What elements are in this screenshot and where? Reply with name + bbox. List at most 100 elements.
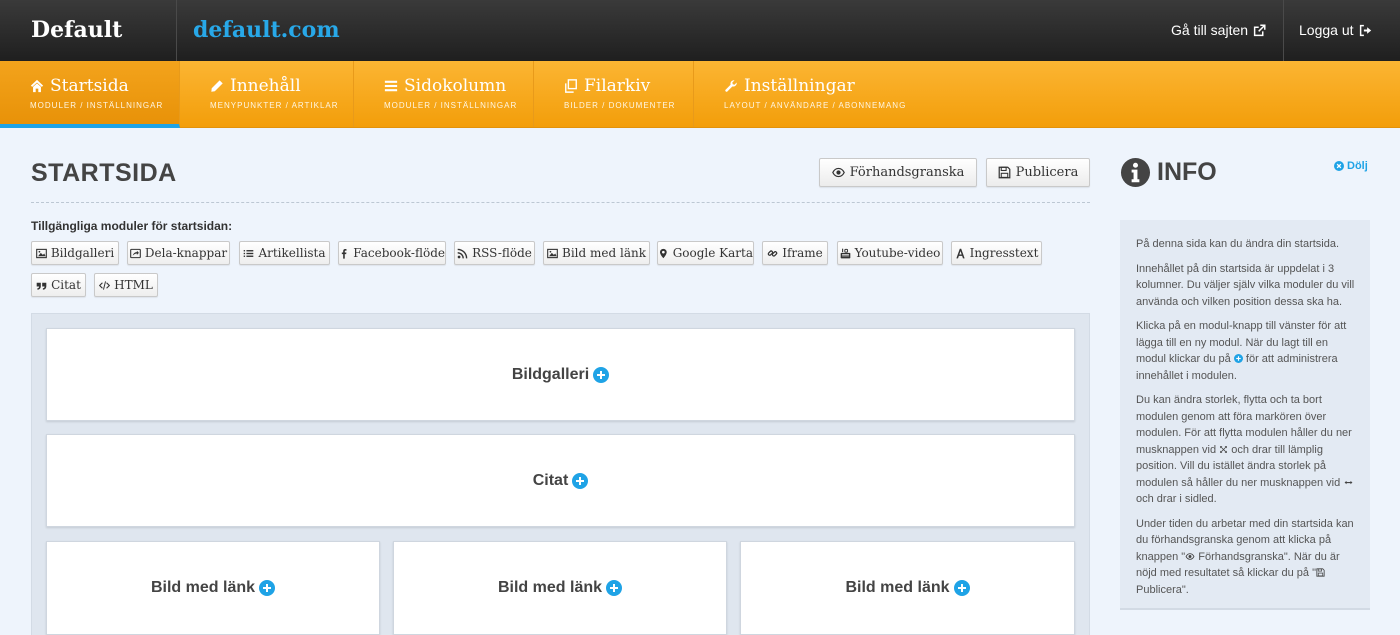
plus-circle-icon[interactable]: [259, 580, 275, 596]
info-paragraph: Du kan ändra storlek, flytta och ta bort…: [1136, 392, 1355, 508]
list-icon: [243, 248, 254, 259]
info-text: Publicera".: [1136, 583, 1189, 596]
module-button-citat[interactable]: Citat: [31, 273, 86, 297]
module-block-citat[interactable]: Citat: [46, 434, 1075, 527]
home-icon: [30, 79, 44, 93]
module-label: Dela-knappar: [144, 246, 228, 260]
module-button-google-karta[interactable]: Google Karta: [657, 241, 754, 265]
pencil-icon: [210, 79, 224, 93]
font-icon: [955, 248, 966, 259]
plus-circle-icon[interactable]: [572, 473, 588, 489]
nav-subtitle: LAYOUT / ANVÄNDARE / ABONNEMANG: [724, 101, 907, 110]
module-label: Citat: [51, 278, 81, 292]
block-label: Bild med länk: [497, 579, 603, 596]
page-title: STARTSIDA: [31, 159, 177, 187]
nav-title: Startsida: [50, 76, 129, 96]
nav-item-startsida[interactable]: Startsida MODULER / INSTÄLLNINGAR: [0, 61, 180, 128]
module-button-youtube-video[interactable]: Youtube-video: [837, 241, 943, 265]
module-button-dela-knappar[interactable]: Dela-knappar: [127, 241, 230, 265]
info-title: INFO: [1157, 158, 1217, 186]
block-label: Bild med länk: [150, 579, 256, 596]
plus-circle-icon[interactable]: [954, 580, 970, 596]
map-marker-icon: [658, 248, 669, 259]
external-link-icon: [1253, 24, 1266, 37]
module-label: HTML: [114, 278, 153, 292]
resize-horizontal-icon: [1343, 478, 1354, 487]
times-circle-icon: [1334, 161, 1344, 171]
nav-item-innehall[interactable]: Innehåll MENYPUNKTER / ARTIKLAR: [180, 61, 354, 127]
nav-subtitle: MODULER / INSTÄLLNINGAR: [384, 101, 518, 110]
info-paragraph: På denna sida kan du ändra din startsida…: [1136, 238, 1340, 250]
module-button-ingresstext[interactable]: Ingresstext: [951, 241, 1042, 265]
publish-button[interactable]: Publicera: [986, 158, 1090, 187]
image-icon: [36, 248, 47, 259]
main-nav: Startsida MODULER / INSTÄLLNINGAR Innehå…: [0, 61, 1400, 128]
module-button-bild-med-lank[interactable]: Bild med länk: [543, 241, 650, 265]
nav-title: Filarkiv: [584, 76, 651, 96]
plus-circle-icon[interactable]: [606, 580, 622, 596]
module-label: Bildgalleri: [50, 246, 115, 260]
share-icon: [130, 248, 141, 259]
module-block-bild-med-lank-3[interactable]: Bild med länk: [740, 541, 1075, 635]
divider: [31, 202, 1090, 203]
nav-item-sidokolumn[interactable]: Sidokolumn MODULER / INSTÄLLNINGAR: [354, 61, 534, 127]
bars-icon: [384, 79, 398, 93]
block-label: Bild med länk: [845, 579, 950, 596]
nav-item-installningar[interactable]: Inställningar LAYOUT / ANVÄNDARE / ABONN…: [694, 61, 924, 127]
modules-label: Tillgängliga moduler för startsidan:: [31, 219, 233, 233]
link-icon: [767, 248, 778, 259]
save-icon: [998, 166, 1011, 179]
logout-label: Logga ut: [1299, 22, 1354, 38]
module-label: Facebook-flöde: [353, 246, 445, 260]
module-button-artikellista[interactable]: Artikellista: [239, 241, 330, 265]
module-block-bildgalleri[interactable]: Bildgalleri: [46, 328, 1075, 421]
publish-label: Publicera: [1015, 165, 1079, 180]
module-button-rss-flode[interactable]: RSS-flöde: [454, 241, 535, 265]
nav-title: Innehåll: [230, 76, 301, 96]
module-block-bild-med-lank-2[interactable]: Bild med länk: [393, 541, 727, 635]
site-name[interactable]: Default Site: [0, 0, 177, 104]
eye-icon: [832, 166, 845, 179]
save-icon: [1316, 568, 1325, 577]
block-label: Citat: [532, 471, 569, 489]
wrench-icon: [724, 79, 738, 93]
nav-title: Sidokolumn: [404, 76, 507, 96]
info-paragraph: Under tiden du arbetar med din startsida…: [1136, 516, 1355, 599]
module-button-iframe[interactable]: Iframe: [762, 241, 828, 265]
nav-subtitle: MODULER / INSTÄLLNINGAR: [30, 101, 164, 110]
module-button-bildgalleri[interactable]: Bildgalleri: [31, 241, 119, 265]
module-label: Youtube-video: [854, 246, 941, 260]
facebook-icon: [339, 248, 349, 259]
nav-title: Inställningar: [744, 76, 855, 96]
hide-info-link[interactable]: Dölj: [1334, 160, 1368, 172]
module-label: RSS-flöde: [472, 246, 532, 260]
files-icon: [564, 79, 578, 93]
eye-icon: [1185, 552, 1195, 561]
info-circle-icon: [1120, 157, 1151, 188]
go-to-site-link[interactable]: Gå till sajten: [1171, 0, 1266, 61]
plus-circle-icon[interactable]: [593, 367, 609, 383]
top-bar: Default Site default.com Gå till sajten …: [0, 0, 1400, 104]
module-label: Artikellista: [258, 246, 326, 260]
module-label: Ingresstext: [969, 246, 1039, 260]
module-block-bild-med-lank-1[interactable]: Bild med länk: [46, 541, 380, 635]
logout-link[interactable]: Logga ut: [1283, 0, 1400, 61]
preview-label: Förhandsgranska: [849, 165, 965, 180]
site-domain[interactable]: default.com: [193, 0, 340, 61]
module-button-html[interactable]: HTML: [94, 273, 158, 297]
rss-icon: [457, 248, 468, 259]
plus-circle-icon: [1234, 354, 1243, 363]
info-text: och drar i sidled.: [1136, 493, 1217, 505]
module-button-facebook-flode[interactable]: Facebook-flöde: [338, 241, 446, 265]
hide-label: Dölj: [1347, 160, 1368, 172]
image-icon: [547, 248, 558, 259]
nav-subtitle: BILDER / DOKUMENTER: [564, 101, 676, 110]
module-label: Iframe: [782, 246, 823, 260]
module-label: Bild med länk: [562, 246, 646, 260]
module-label: Google Karta: [672, 246, 753, 260]
quote-icon: [36, 280, 47, 291]
block-label: Bildgalleri: [511, 365, 590, 383]
code-icon: [99, 280, 110, 291]
preview-button[interactable]: Förhandsgranska: [819, 158, 977, 187]
nav-item-filarkiv[interactable]: Filarkiv BILDER / DOKUMENTER: [534, 61, 694, 127]
